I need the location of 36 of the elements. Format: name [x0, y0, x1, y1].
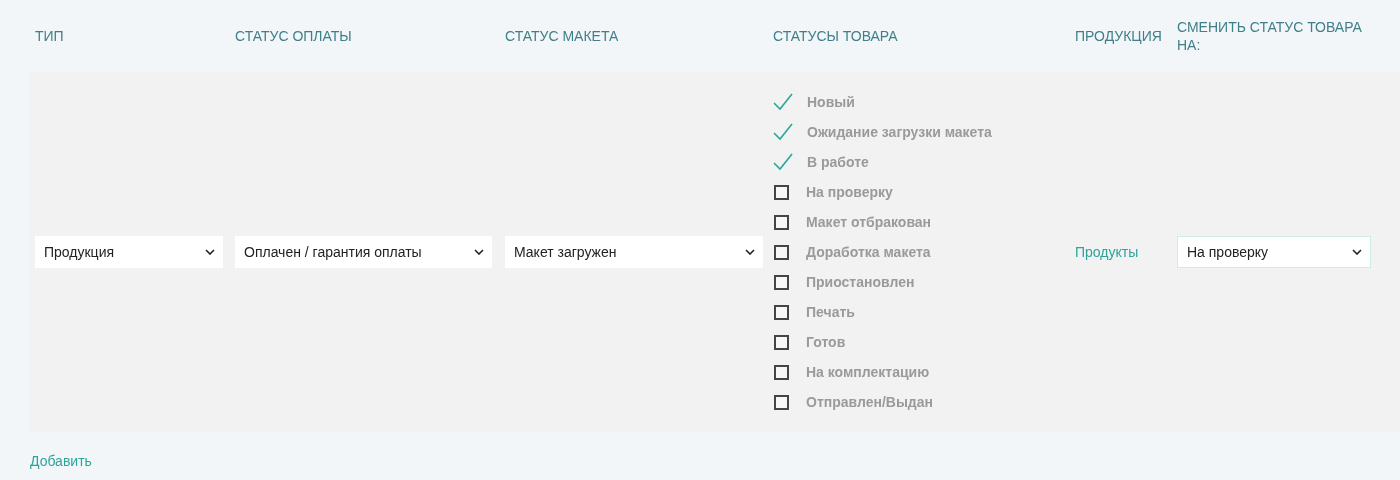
- status-label: Ожидание загрузки макета: [807, 124, 992, 140]
- change-status-select[interactable]: На проверку: [1177, 236, 1371, 268]
- layout-status-select[interactable]: Макет загружен: [505, 236, 763, 268]
- status-label: В работе: [807, 154, 869, 170]
- column-header: ТИП: [34, 27, 65, 45]
- checkmark-icon[interactable]: [772, 152, 794, 172]
- payment-status-select[interactable]: Оплачен / гарантия оплаты: [235, 236, 492, 268]
- status-label: Отправлен/Выдан: [806, 394, 933, 410]
- status-label: Приостановлен: [806, 274, 915, 290]
- status-label: Готов: [806, 334, 846, 350]
- status-label: Печать: [806, 304, 855, 320]
- column-header: СТАТУС МАКЕТА: [504, 27, 620, 45]
- checkbox[interactable]: [774, 394, 789, 410]
- checkbox[interactable]: [774, 244, 789, 260]
- checkbox[interactable]: [774, 364, 789, 380]
- status-label: Новый: [807, 94, 855, 110]
- type-select[interactable]: Продукция: [35, 236, 223, 268]
- chevron-down-icon: [205, 249, 215, 255]
- checkmark-icon[interactable]: [772, 122, 794, 142]
- chevron-down-icon: [1352, 249, 1362, 255]
- column-header: ПРОДУКЦИЯ: [1074, 27, 1163, 45]
- status-label: На комплектацию: [806, 364, 930, 380]
- chevron-down-icon: [745, 249, 755, 255]
- checkbox[interactable]: [774, 334, 789, 350]
- column-header: СТАТУС ОПЛАТЫ: [234, 27, 353, 45]
- column-header: СМЕНИТЬ СТАТУС ТОВАРА НА:: [1176, 18, 1363, 54]
- chevron-down-icon: [474, 249, 484, 255]
- status-label: Макет отбракован: [806, 214, 932, 230]
- checkbox[interactable]: [774, 214, 789, 230]
- checkbox[interactable]: [774, 274, 789, 290]
- column-header: СТАТУСЫ ТОВАРА: [772, 27, 899, 45]
- status-label: Доработка макета: [806, 244, 931, 260]
- status-label: На проверку: [806, 184, 893, 200]
- checkbox[interactable]: [774, 304, 789, 320]
- checkbox[interactable]: [774, 184, 789, 200]
- checkmark-icon[interactable]: [772, 92, 794, 112]
